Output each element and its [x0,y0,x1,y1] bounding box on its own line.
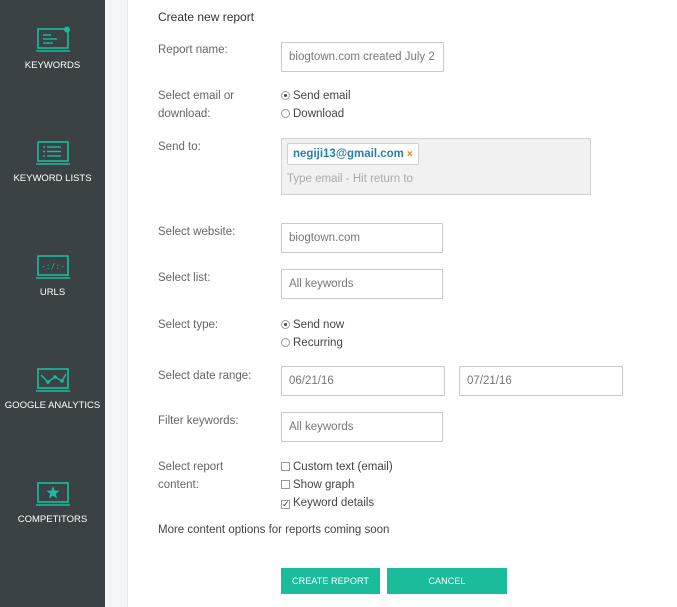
report-content-label-line2: content: [158,479,199,491]
email-download-label-line1: Select email or [158,90,235,102]
filter-label: Filter keywords: [158,415,239,427]
keyword-details-checkbox[interactable]: ✓ Keyword details [281,494,374,512]
keyword-details-option-label: Keyword details [293,497,375,509]
create-report-button[interactable]: CREATE REPORT [281,568,380,594]
website-select[interactable]: biogtown.com [281,223,443,253]
recurring-radio[interactable]: Recurring [281,334,343,352]
send-email-option-label: Send email [293,90,351,102]
email-download-label-line2: download: [158,108,211,120]
sidebar-item-label: COMPETITORS [17,514,88,525]
custom-text-option-label: Custom text (email) [293,461,393,473]
type-label: Select type: [158,319,219,331]
send-to-label: Send to: [158,141,201,153]
show-graph-option-label: Show graph [293,479,355,491]
sidebar-item-label: KEYWORDS [24,60,81,71]
svg-text:-:/:-: -:/:- [40,262,64,271]
checkbox-empty-icon [281,480,290,489]
sidebar-item-keyword-lists[interactable]: KEYWORD LISTS [0,139,105,229]
sidebar-item-label: KEYWORD LISTS [13,173,92,184]
send-now-option-label: Send now [293,319,345,331]
report-name-label: Report name: [158,44,228,56]
cancel-button[interactable]: CANCEL [387,568,507,594]
urls-monitor-icon: -:/:- [35,255,70,279]
coming-soon-note: More content options for reports coming … [158,524,390,536]
send-to-box[interactable]: negiji13@gmail.com × Type email - Hit ret… [281,138,591,195]
custom-text-checkbox[interactable]: Custom text (email) [281,458,393,476]
send-now-radio[interactable]: Send now [281,316,344,334]
competitors-monitor-icon [35,482,70,506]
email-download-label: Select email or download: [158,87,234,123]
remove-tag-icon[interactable]: × [407,149,413,160]
report-content-label: Select report content: [158,458,223,494]
radio-empty-icon [281,338,290,347]
recurring-option-label: Recurring [293,337,343,349]
date-to-input[interactable]: 07/21/16 [459,366,623,396]
analytics-monitor-icon [35,368,70,392]
form-heading: Create new report [158,10,255,24]
keywords-monitor-icon [35,26,70,52]
show-graph-checkbox[interactable]: Show graph [281,476,354,494]
sidebar-item-label: URLS [39,287,66,298]
report-content-label-line1: Select report [158,461,224,473]
list-label: Select list: [158,272,211,284]
content-gutter [105,0,128,607]
email-tag-text: negiji13@gmail.com [293,148,404,160]
sidebar-item-keywords[interactable]: KEYWORDS [0,26,105,116]
create-report-form: Create new report Report name: biogtown.… [128,0,677,607]
radio-selected-icon [281,320,290,329]
sidebar-item-label: GOOGLE ANALYTICS [4,400,101,411]
date-range-label: Select date range: [158,370,252,382]
checkbox-empty-icon [281,462,290,471]
checkbox-checked-icon: ✓ [281,499,290,509]
website-label: Select website: [158,226,236,238]
send-email-radio[interactable]: Send email [281,87,351,105]
sidebar: KEYWORDS KEYWORD LISTS -:/:- URLS GOOGLE… [0,0,105,607]
send-to-input[interactable]: Type email - Hit return to [287,173,413,185]
sidebar-item-google-analytics[interactable]: GOOGLE ANALYTICS [0,366,105,456]
download-radio[interactable]: Download [281,105,344,123]
sidebar-item-competitors[interactable]: COMPETITORS [0,480,105,570]
sidebar-item-urls[interactable]: -:/:- URLS [0,253,105,343]
download-option-label: Download [293,108,345,120]
keyword-lists-monitor-icon [35,141,70,165]
date-from-input[interactable]: 06/21/16 [281,366,445,396]
report-name-input[interactable]: biogtown.com created July 2 [281,42,444,72]
filter-select[interactable]: All keywords [281,412,443,442]
radio-selected-icon [281,91,290,100]
list-select[interactable]: All keywords [281,269,443,299]
email-tag: negiji13@gmail.com × [287,143,419,165]
radio-empty-icon [281,109,290,118]
